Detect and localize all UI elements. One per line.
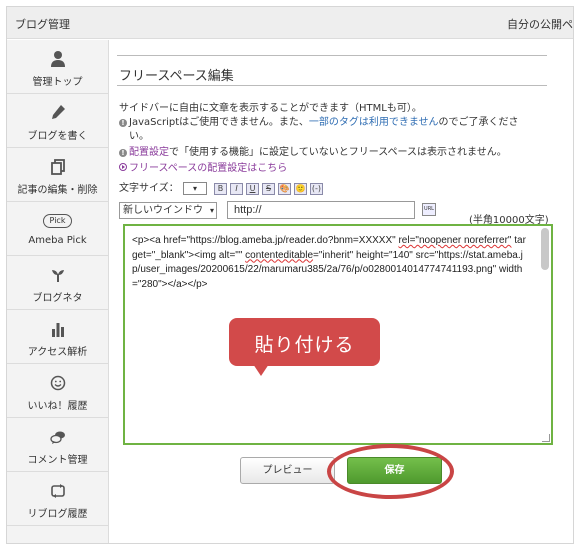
sidebar-item-comment-management[interactable]: コメント管理 (7, 418, 108, 472)
pick-badge: Pick (42, 214, 73, 228)
bar-chart-icon (7, 320, 108, 338)
sidebar-item-label: コメント管理 (27, 455, 88, 466)
copy-icon (7, 158, 108, 176)
info-icon: ! (119, 119, 127, 127)
sidebar-item-label: アクセス解析 (27, 347, 88, 358)
pen-icon (7, 104, 108, 122)
sidebar-item-reblog-history[interactable]: リブログ履歴 (7, 472, 108, 526)
underline-button[interactable]: U (246, 183, 259, 195)
sidebar-item-label: 管理トップ (32, 77, 83, 88)
app-frame: ブログ管理 自分の公開ペ 管理トップ ブログを書く 記事の編集・削除 Pick (6, 6, 574, 544)
comment-icon (7, 428, 108, 446)
sidebar-item-label: 記事の編集・削除 (17, 185, 98, 196)
editor-scrollbar[interactable] (541, 228, 549, 270)
sidebar-item-label: いいね！履歴 (27, 401, 88, 412)
hr-button[interactable]: (-) (310, 183, 323, 195)
preview-button[interactable]: プレビュー (240, 457, 335, 484)
placement-settings-link[interactable]: 配置設定 (129, 147, 169, 158)
editor-content[interactable]: <p><a href="https://blog.ameba.jp/reader… (132, 234, 527, 292)
top-bar: ブログ管理 自分の公開ペ (7, 7, 573, 39)
color-picker-icon[interactable]: 🎨 (278, 183, 291, 195)
window-target-select[interactable]: 新しいウインドウ ▾ (119, 202, 217, 219)
bold-button[interactable]: B (214, 183, 227, 195)
pick-icon: Pick (7, 212, 108, 230)
paste-callout: 貼り付ける (229, 318, 380, 376)
placement-config-link[interactable]: フリースペースの配置設定はこちら (119, 162, 287, 176)
sidebar-item-write-blog[interactable]: ブログを書く (7, 94, 108, 148)
reblog-icon (7, 482, 108, 500)
font-size-label: 文字サイズ： (119, 183, 179, 194)
sidebar-item-label: リブログ履歴 (27, 509, 88, 520)
sidebar-item-label: ブログネタ (32, 293, 83, 304)
sidebar-item-admin-top[interactable]: 管理トップ (7, 40, 108, 94)
callout-tail (253, 364, 269, 376)
sidebar-item-blog-neta[interactable]: ブログネタ (7, 256, 108, 310)
font-size-select[interactable]: ▾ (183, 182, 207, 195)
strike-button[interactable]: S (262, 183, 275, 195)
sprout-icon (7, 266, 108, 284)
italic-button[interactable]: I (230, 183, 243, 195)
javascript-notice-cont: い。 (129, 131, 149, 142)
blog-admin-title: ブログ管理 (15, 18, 70, 31)
page-title: フリースペース編集 (119, 69, 234, 84)
user-icon (7, 50, 108, 68)
sidebar-item-like-history[interactable]: いいね！履歴 (7, 364, 108, 418)
description-text: サイドバーに自由に文章を表示することができます（HTMLも可）。 (119, 103, 422, 114)
resize-handle-icon[interactable] (542, 434, 550, 442)
javascript-notice: ! JavaScriptはご使用できません。また、一部のタグは利用できませんのでご… (119, 116, 519, 130)
info-icon: ! (119, 149, 127, 157)
save-highlight-ring (327, 444, 454, 499)
paste-callout-text: 貼り付ける (254, 334, 355, 356)
sidebar-item-edit-delete[interactable]: 記事の編集・削除 (7, 148, 108, 202)
play-icon (119, 163, 127, 171)
chevron-down-icon: ▾ (209, 206, 214, 215)
sidebar-item-ameba-pick[interactable]: Pick Ameba Pick (7, 202, 108, 256)
sidebar-item-label: Ameba Pick (28, 235, 87, 246)
url-insert-button[interactable]: URL (422, 203, 436, 216)
divider (117, 55, 547, 56)
restricted-tags-link[interactable]: 一部のタグは利用できません (309, 117, 439, 128)
sidebar-item-access-analysis[interactable]: アクセス解析 (7, 310, 108, 364)
sidebar: 管理トップ ブログを書く 記事の編集・削除 Pick Ameba Pick ブロ… (7, 40, 109, 543)
emoji-icon[interactable]: 🙂 (294, 183, 307, 195)
url-input[interactable]: http:// (227, 201, 415, 219)
smile-icon (7, 374, 108, 392)
sidebar-item-label: ブログを書く (27, 131, 88, 142)
public-page-link[interactable]: 自分の公開ペ (507, 16, 573, 32)
placement-notice: ! 配置設定で「使用する機能」に設定していないとフリースペースは表示されません。 (119, 146, 507, 160)
divider (117, 85, 547, 86)
